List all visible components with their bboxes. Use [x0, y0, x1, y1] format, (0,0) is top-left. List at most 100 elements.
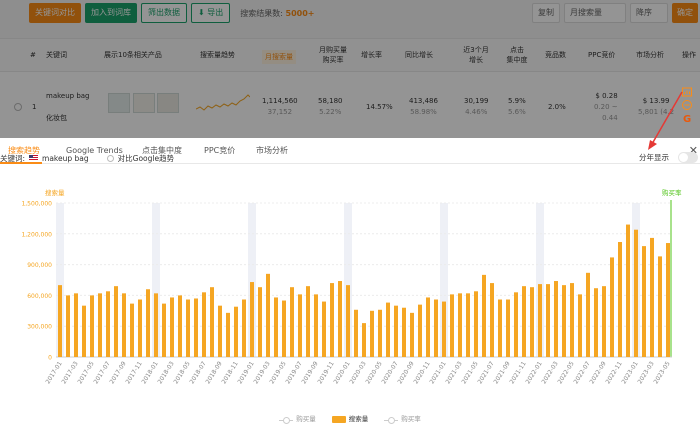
bar: [122, 293, 126, 357]
bar: [106, 291, 110, 357]
bar: [250, 282, 254, 357]
bar: [146, 289, 150, 357]
bar: [290, 287, 294, 357]
bar: [578, 294, 582, 357]
bar: [474, 291, 478, 357]
bar: [626, 224, 630, 357]
y-tick-label: 1,500,000: [21, 201, 52, 208]
bar: [386, 302, 390, 357]
legend-label: 搜索量: [348, 415, 369, 423]
bar: [282, 300, 286, 357]
bar: [434, 299, 438, 357]
legend-label: 购买量: [296, 415, 316, 423]
bar: [442, 301, 446, 357]
bar: [394, 305, 398, 357]
bar: [594, 288, 598, 357]
bar: [178, 295, 182, 357]
bar: [74, 293, 78, 357]
trend-chart-icon[interactable]: [682, 87, 692, 97]
bar: [498, 299, 502, 357]
y2-axis-label: 购买率: [662, 188, 682, 197]
bar: [58, 285, 62, 357]
modal-overlay[interactable]: [0, 0, 700, 138]
bar: [570, 283, 574, 357]
y-tick-label: 0: [48, 355, 52, 362]
bar: [506, 299, 510, 357]
bar: [642, 246, 646, 357]
bar: [354, 309, 358, 357]
bar: [658, 256, 662, 357]
bar: [130, 303, 134, 357]
bar: [186, 299, 190, 357]
bar: [362, 323, 366, 357]
bar: [378, 309, 382, 357]
bar: [402, 307, 406, 357]
y-tick-label: 1,200,000: [21, 231, 52, 238]
bar: [514, 292, 518, 357]
bar: [522, 286, 526, 357]
google-icon[interactable]: G: [683, 114, 691, 125]
bar: [314, 294, 318, 357]
bar: [634, 229, 638, 357]
y-axis-label: 搜索量: [45, 188, 65, 197]
legend-label: 购买率: [401, 415, 421, 423]
bar: [338, 281, 342, 357]
bar: [82, 305, 86, 357]
bar: [242, 299, 246, 357]
minus-circle-icon[interactable]: [682, 100, 692, 110]
chart-legend: 购买量 搜索量 购买率: [0, 415, 700, 424]
bar: [162, 303, 166, 357]
bar: [258, 287, 262, 357]
bar: [450, 294, 454, 357]
bar: [330, 283, 334, 357]
bar: [538, 284, 542, 357]
bar: [610, 257, 614, 357]
bar: [98, 293, 102, 357]
bar: [90, 295, 94, 357]
legend-item-purchases[interactable]: 购买量: [279, 415, 316, 424]
bar: [666, 243, 670, 357]
legend-item-search-volume[interactable]: 搜索量: [331, 415, 369, 424]
bar: [466, 293, 470, 357]
legend-line-symbol: [384, 416, 399, 424]
bar: [418, 304, 422, 357]
bar: [618, 242, 622, 357]
bar: [194, 298, 198, 357]
bar: [218, 305, 222, 357]
legend-item-purchase-rate[interactable]: 购买率: [384, 415, 421, 424]
bar: [530, 287, 534, 357]
legend-bar-symbol: [331, 416, 346, 423]
bar: [410, 312, 414, 357]
bar: [482, 274, 486, 357]
bar: [114, 286, 118, 357]
bar: [298, 294, 302, 357]
bar: [370, 310, 374, 357]
bar: [650, 237, 654, 357]
bar: [346, 285, 350, 357]
trend-panel: 搜索趋势 Google Trends 点击集中度 PPC竞价 市场分析 ✕ 关键…: [0, 138, 700, 426]
bar: [138, 299, 142, 357]
bar: [66, 295, 70, 357]
search-volume-chart: 0 300,000 600,000 900,000 1,200,000 1,500,000…: [21, 188, 682, 385]
bar: [202, 292, 206, 357]
y-tick-label: 300,000: [27, 324, 52, 331]
background-page: 关键词对比 加入到词库 筛出数据 ⬇ 导出 搜索结果数: 5000+ 复制 月搜…: [0, 0, 700, 138]
bar: [154, 293, 158, 357]
bar: [562, 285, 566, 357]
bar: [210, 287, 214, 357]
bar: [546, 284, 550, 357]
bar: [458, 293, 462, 357]
bar: [322, 301, 326, 357]
bar: [274, 297, 278, 357]
y-tick-label: 900,000: [27, 262, 52, 269]
bar: [226, 312, 230, 357]
bar: [426, 297, 430, 357]
legend-line-symbol: [279, 416, 294, 424]
bar: [170, 297, 174, 357]
y-tick-label: 600,000: [27, 293, 52, 300]
bar: [266, 273, 270, 357]
row-action-icons: G: [682, 87, 692, 125]
bar: [554, 281, 558, 357]
bar: [586, 272, 590, 357]
bar: [602, 286, 606, 357]
